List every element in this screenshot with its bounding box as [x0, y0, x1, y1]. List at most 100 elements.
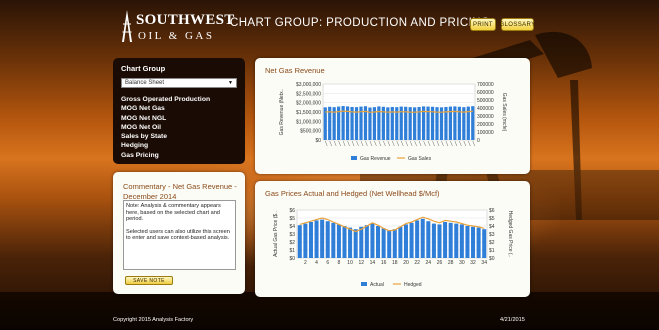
y2-tick-label: 500000 — [477, 98, 494, 104]
commentary-textarea[interactable]: Note: Analysis & commentary appears here… — [123, 200, 236, 270]
x-tick-mark — [378, 140, 382, 147]
glossary-button[interactable]: GLOSSARY — [499, 18, 535, 31]
derrick-icon — [122, 10, 132, 42]
x-tick-mark — [441, 140, 444, 147]
x-tick-label: 30 — [459, 260, 465, 266]
y-axis-label: Gas Revenue (Netx.. — [279, 89, 285, 136]
x-tick-mark — [409, 140, 413, 147]
legend-swatch-bar — [361, 282, 367, 286]
save-note-button[interactable]: SAVE NOTE — [125, 276, 173, 285]
y2-tick-label: 400000 — [477, 106, 494, 112]
x-tick-label: 8 — [338, 260, 341, 266]
bar — [325, 221, 330, 258]
y-tick-label: $0 — [289, 256, 295, 262]
gas-prices-panel: Gas Prices Actual and Hedged (Net Wellhe… — [255, 181, 530, 297]
bar — [376, 226, 381, 258]
y2-tick-label: 200000 — [477, 122, 494, 128]
x-tick-mark — [333, 140, 337, 147]
bar — [297, 225, 302, 258]
y-tick-label: $1 — [289, 248, 295, 254]
y2-tick-label: 300000 — [477, 114, 494, 120]
x-tick-mark — [472, 140, 475, 147]
chart-group-select-value: Balance Sheet — [125, 80, 165, 86]
bar — [348, 227, 353, 258]
x-tick-mark — [468, 140, 471, 147]
bar — [465, 226, 470, 258]
y2-tick-label: $1 — [489, 248, 495, 254]
print-button[interactable]: PRINT — [470, 18, 496, 31]
bar — [381, 228, 386, 258]
x-tick-label: 34 — [481, 260, 487, 266]
nav-item-gas-pricing[interactable]: Gas Pricing — [121, 151, 237, 160]
bar — [303, 223, 308, 258]
y2-tick-label: $3 — [489, 232, 495, 238]
legend-label: Gas Sales — [408, 156, 432, 162]
bar — [454, 223, 459, 258]
x-tick-mark — [427, 140, 431, 147]
y2-tick-label: 600000 — [477, 90, 494, 96]
nav-item-sales-by-state[interactable]: Sales by State — [121, 132, 237, 141]
y-tick-label: $1,000,000 — [296, 119, 321, 125]
bar — [403, 224, 408, 258]
bar — [437, 224, 442, 258]
y-tick-label: $1,500,000 — [296, 110, 321, 116]
bar — [398, 226, 403, 258]
bar — [331, 222, 336, 258]
bar — [482, 229, 487, 258]
x-tick-label: 24 — [426, 260, 432, 266]
x-tick-mark — [360, 140, 364, 147]
bar — [308, 222, 313, 258]
bar — [426, 221, 431, 258]
chart-group-select[interactable]: Balance Sheet ▼ — [121, 78, 237, 88]
page-title: CHART GROUP: PRODUCTION AND PRICING — [230, 17, 491, 29]
x-tick-mark — [365, 140, 368, 147]
commentary-panel: Commentary - Net Gas Revenue - December … — [113, 172, 245, 294]
bar — [431, 223, 436, 258]
x-tick-mark — [405, 140, 408, 147]
legend-label: Actual — [370, 282, 384, 288]
bar — [471, 226, 476, 258]
legend-label: Gas Revenue — [360, 156, 391, 162]
dropdown-arrow-icon: ▼ — [228, 80, 233, 86]
bar — [320, 219, 325, 258]
x-tick-mark — [454, 140, 458, 147]
logo-line1: SOUTHWEST — [136, 12, 235, 28]
y-tick-label: $6 — [289, 208, 295, 214]
x-tick-label: 10 — [347, 260, 353, 266]
net-gas-revenue-chart: $3,000,000 $2,500,000 $2,000,000 $1,500,000… — [279, 82, 507, 162]
nav-item-hedging[interactable]: Hedging — [121, 141, 237, 150]
x-tick-mark — [396, 140, 399, 147]
bar — [420, 218, 425, 258]
x-tick-mark — [325, 140, 328, 147]
bar — [448, 222, 453, 258]
nav-item-gross-operated-production[interactable]: Gross Operated Production — [121, 95, 237, 104]
x-tick-mark — [342, 140, 346, 147]
x-tick-mark — [383, 140, 386, 147]
x-tick-label: 22 — [414, 260, 420, 266]
x-tick-label: 16 — [381, 260, 387, 266]
bar — [387, 230, 392, 258]
x-tick-label: 6 — [326, 260, 329, 266]
y-tick-label: $4 — [289, 224, 295, 230]
x-tick-mark — [423, 140, 426, 147]
x-tick-mark — [445, 140, 449, 147]
bar — [392, 229, 397, 258]
x-tick-mark — [418, 140, 422, 147]
nav-item-mog-net-oil[interactable]: MOG Net Oil — [121, 123, 237, 132]
nav-item-mog-net-ngl[interactable]: MOG Net NGL — [121, 114, 237, 123]
net-gas-revenue-panel: Net Gas Revenue $3,000,000 $2,500,000 $2,0… — [255, 58, 530, 174]
commentary-title: Commentary - Net Gas Revenue - December … — [123, 182, 237, 201]
nav-item-mog-net-gas[interactable]: MOG Net Gas — [121, 104, 237, 113]
bar — [342, 226, 347, 258]
gas-prices-chart: $6 $5 $4 $3 $2 $1 $0 $6 $5 $4 $3 $2 $1 $0 Actual Gas P… — [273, 208, 513, 288]
bar — [409, 222, 414, 258]
x-tick-label: 2 — [304, 260, 307, 266]
bar — [314, 220, 319, 258]
y-tick-label: $2,000,000 — [296, 101, 321, 107]
logo-line2: OIL & GAS — [138, 30, 215, 42]
x-tick-mark — [374, 140, 377, 147]
y-axis-label: Actual Gas Price ($.. — [273, 211, 279, 257]
bar — [353, 229, 358, 258]
x-tick-mark — [356, 140, 359, 147]
y-tick-label: $0 — [315, 138, 321, 144]
